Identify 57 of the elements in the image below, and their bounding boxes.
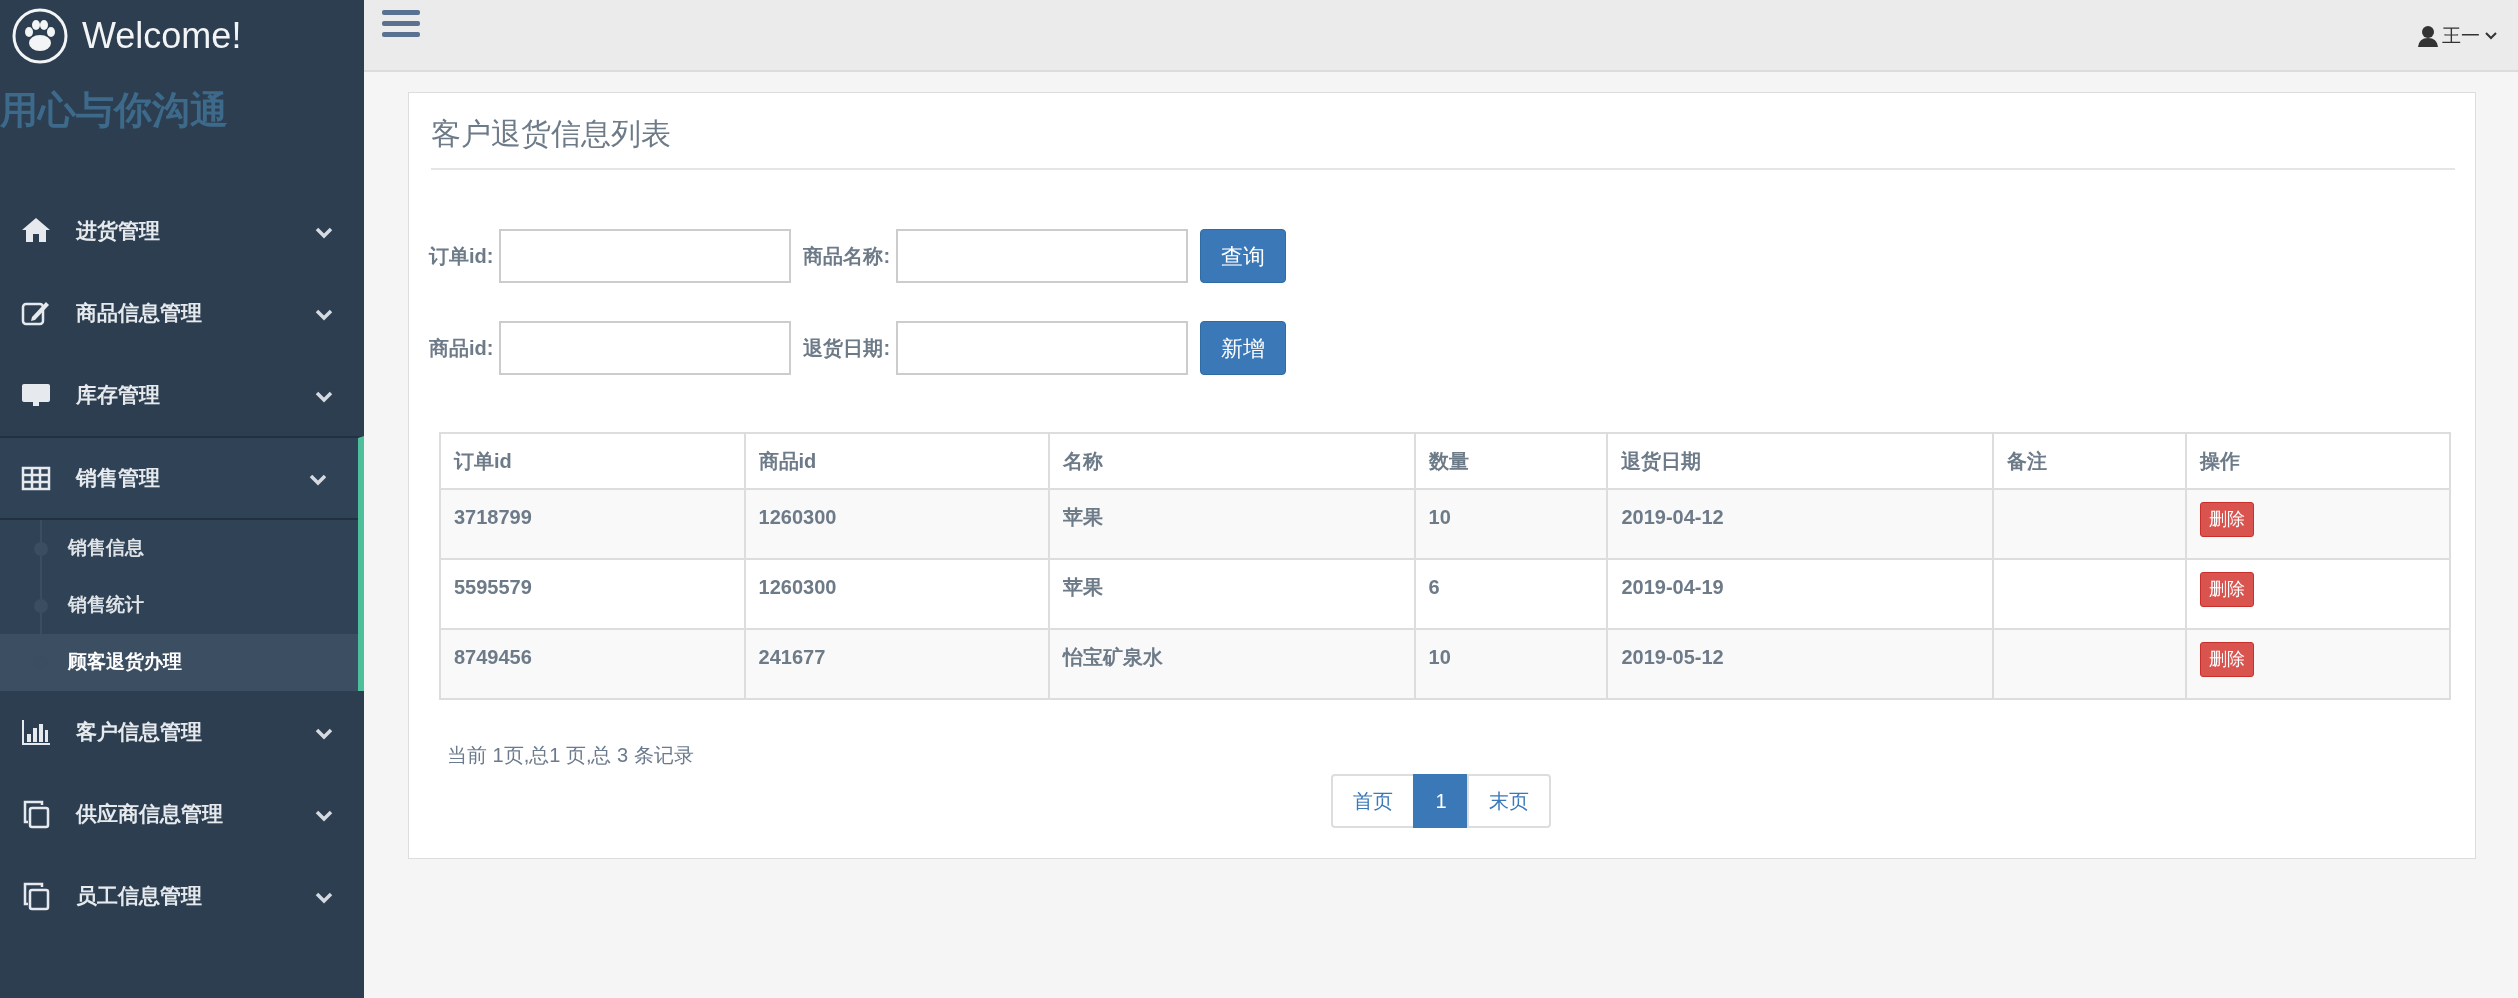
- delete-button[interactable]: 删除: [2200, 502, 2254, 537]
- field-label: 商品名称:: [803, 244, 891, 269]
- column-header: 操作: [2186, 433, 2450, 489]
- delete-button[interactable]: 删除: [2200, 572, 2254, 607]
- chevron-down-icon: [314, 726, 334, 741]
- column-header: 退货日期: [1607, 433, 1994, 489]
- page-link[interactable]: 1: [1413, 774, 1469, 828]
- page-link[interactable]: 首页: [1331, 774, 1416, 828]
- column-header: 商品id: [744, 433, 1050, 489]
- menu-icon[interactable]: [382, 8, 420, 40]
- input-field[interactable]: [499, 229, 792, 283]
- slogan-text: 用心与你沟通: [0, 88, 229, 133]
- menu-item[interactable]: 商品信息管理: [0, 272, 364, 354]
- welcome-title: Welcome!: [82, 14, 242, 58]
- menu-item[interactable]: 客户信息管理: [0, 691, 364, 773]
- table-cell: 怡宝矿泉水: [1049, 629, 1415, 699]
- user-name[interactable]: 王一: [2442, 22, 2480, 51]
- menu-item[interactable]: 员工信息管理: [0, 855, 364, 937]
- table-cell: 1260300: [744, 489, 1050, 559]
- table-cell: 241677: [744, 629, 1050, 699]
- table-cell: 10: [1414, 629, 1608, 699]
- table-cell: 3718799: [440, 489, 745, 559]
- submenu-item[interactable]: 销售统计: [0, 577, 358, 634]
- user-icon: [2418, 25, 2438, 48]
- input-field[interactable]: [499, 321, 792, 375]
- chevron-down-icon: [314, 808, 334, 823]
- input-field[interactable]: [896, 321, 1189, 375]
- table-cell: 8749456: [440, 629, 745, 699]
- table-cell: 2019-05-12: [1607, 629, 1994, 699]
- panel-title: 客户退货信息列表: [431, 111, 2455, 170]
- column-header: 名称: [1049, 433, 1415, 489]
- menu-item[interactable]: 销售管理: [0, 438, 358, 520]
- input-field[interactable]: [896, 229, 1189, 283]
- page-link[interactable]: 末页: [1466, 774, 1551, 828]
- delete-button[interactable]: 删除: [2200, 642, 2254, 677]
- chevron-down-icon: [314, 307, 334, 322]
- menu-item[interactable]: 进货管理: [0, 190, 364, 272]
- add-button[interactable]: 新增: [1200, 321, 1287, 375]
- field-label: 商品id:: [429, 336, 494, 361]
- submenu-item[interactable]: 顾客退货办理: [0, 634, 358, 691]
- table-cell: 10: [1414, 489, 1608, 559]
- chevron-down-icon: [308, 472, 328, 487]
- search-button[interactable]: 查询: [1200, 229, 1287, 283]
- menu-item[interactable]: 库存管理: [0, 354, 364, 436]
- column-header: 订单id: [440, 433, 745, 489]
- caret-icon[interactable]: [2484, 31, 2498, 42]
- paw-logo-icon: [12, 8, 68, 64]
- page-summary: 当前 1页,总1 页,总 3 条记录: [447, 743, 695, 768]
- chevron-down-icon: [314, 389, 334, 404]
- field-label: 退货日期:: [803, 336, 891, 361]
- chevron-down-icon: [314, 225, 334, 240]
- table-cell: 2019-04-12: [1607, 489, 1994, 559]
- field-label: 订单id:: [429, 244, 494, 269]
- submenu-item[interactable]: 销售信息: [0, 520, 358, 577]
- menu-item[interactable]: 供应商信息管理: [0, 773, 364, 855]
- table-cell: 苹果: [1049, 489, 1415, 559]
- chevron-down-icon: [314, 890, 334, 905]
